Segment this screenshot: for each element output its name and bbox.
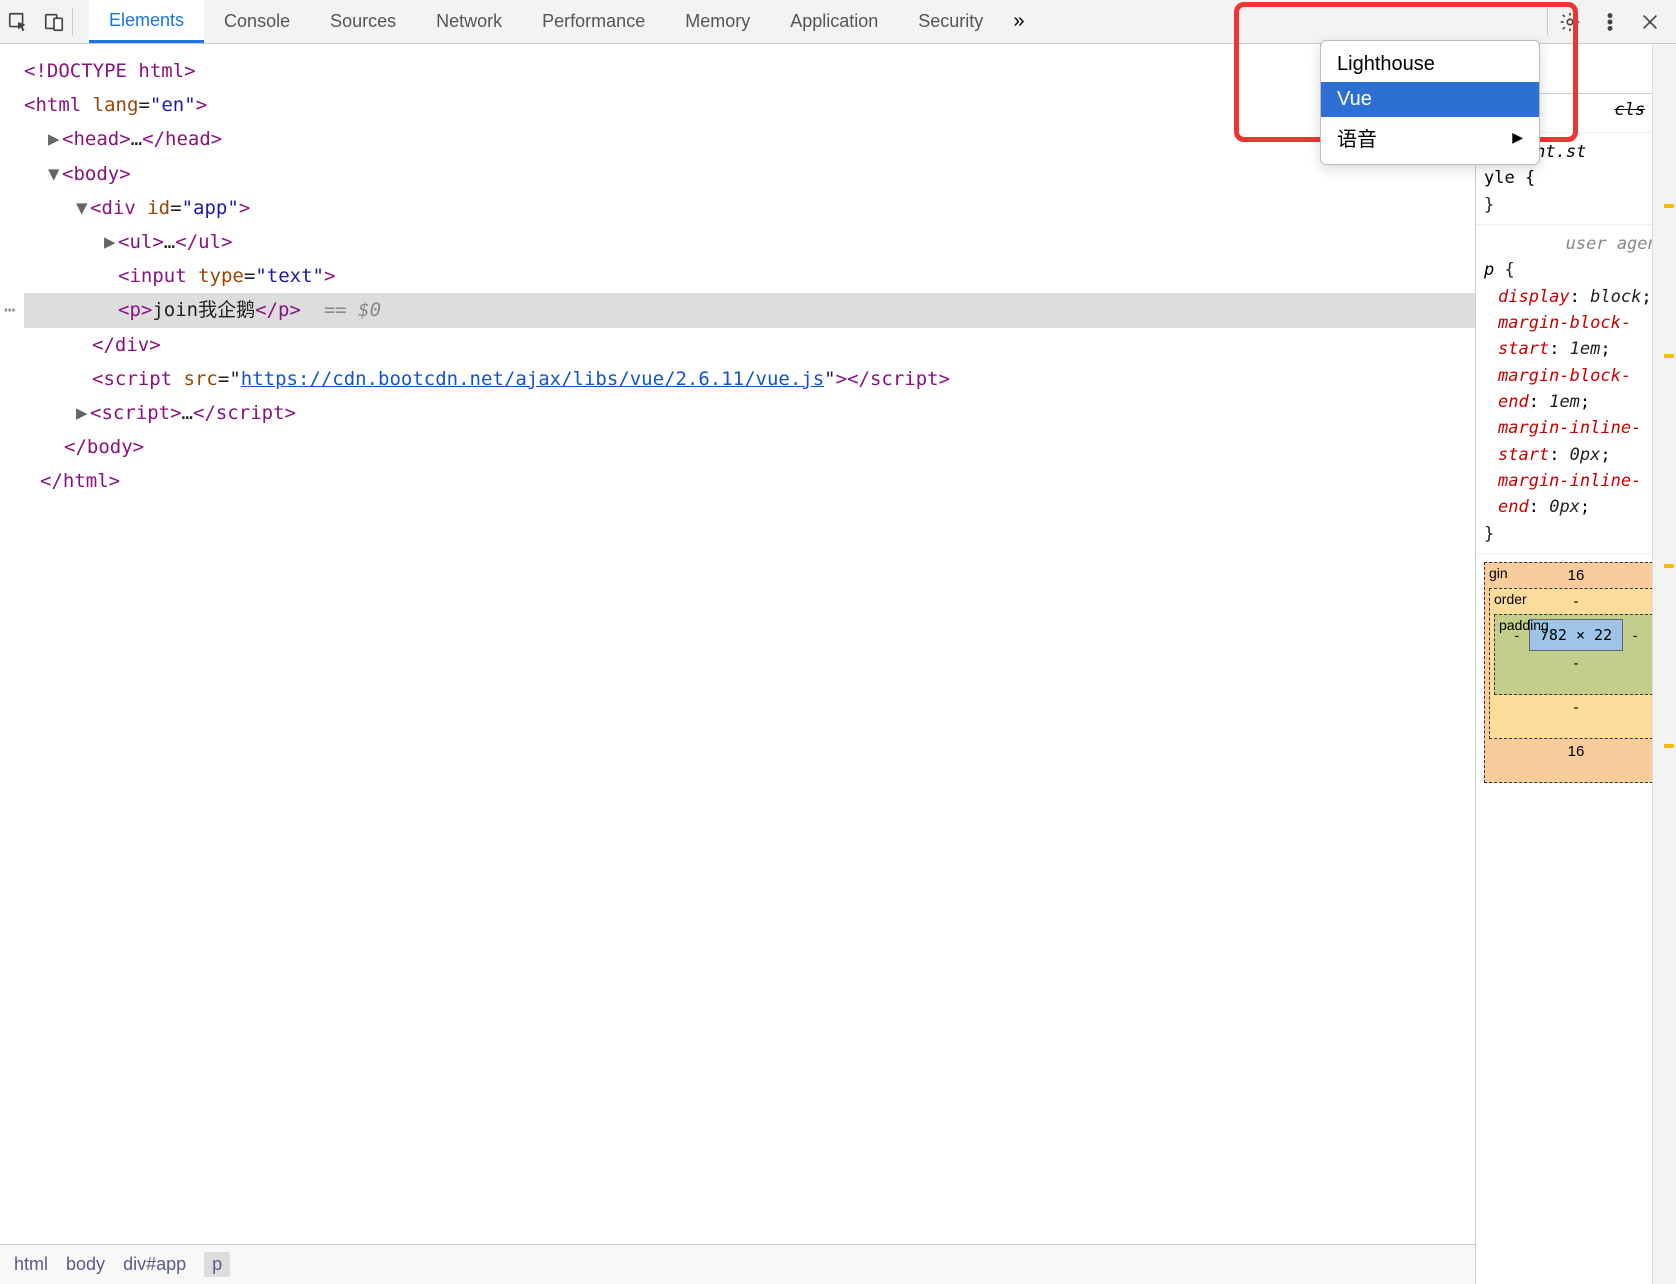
dom-html-open[interactable]: <html lang="en"> — [24, 88, 1475, 122]
dom-head[interactable]: ▶<head>…</head> — [24, 122, 1475, 156]
box-model-padding[interactable]: padding - 782 × 22 - - — [1494, 614, 1658, 695]
expand-icon[interactable]: ▶ — [76, 396, 90, 430]
dom-tree[interactable]: <!DOCTYPE html> <html lang="en"> ▶<head>… — [0, 44, 1475, 1244]
dom-doctype[interactable]: <!DOCTYPE html> — [24, 54, 1475, 88]
more-tabs-button[interactable]: » — [1003, 10, 1034, 33]
device-toggle-button[interactable] — [36, 1, 72, 43]
tab-console[interactable]: Console — [204, 0, 310, 43]
tab-elements[interactable]: Elements — [89, 0, 204, 43]
scrollbar-mark — [1664, 564, 1674, 568]
breadcrumb-body[interactable]: body — [66, 1254, 105, 1275]
tab-application[interactable]: Application — [770, 0, 898, 43]
breadcrumb-div[interactable]: div#app — [123, 1254, 186, 1275]
scrollbar-mark — [1664, 354, 1674, 358]
box-model-border[interactable]: order - padding - 782 × 22 - - - — [1489, 588, 1663, 739]
devtools-toolbar: Elements Console Sources Network Perform… — [0, 0, 1676, 44]
dropdown-item-vue[interactable]: Vue — [1321, 82, 1539, 117]
breadcrumb-html[interactable]: html — [14, 1254, 48, 1275]
close-devtools-button[interactable] — [1632, 1, 1668, 43]
dropdown-item-speech[interactable]: 语音▶ — [1321, 117, 1539, 158]
inspect-icon — [7, 11, 29, 33]
dom-div-close[interactable]: </div> — [24, 328, 1475, 362]
cls-toggle[interactable]: cls — [1614, 100, 1645, 126]
scrollbar-mark — [1664, 204, 1674, 208]
kebab-menu-button[interactable] — [1592, 1, 1628, 43]
ua-stylesheet-label: user agen… — [1484, 231, 1668, 257]
tab-security[interactable]: Security — [898, 0, 1003, 43]
more-tabs-dropdown: Lighthouse Vue 语音▶ — [1320, 40, 1540, 165]
toolbar-right — [1547, 1, 1676, 43]
dom-body-close[interactable]: </body> — [24, 430, 1475, 464]
dom-p-selected[interactable]: <p>join我企鹅</p> == $0 — [24, 293, 1475, 327]
tab-sources[interactable]: Sources — [310, 0, 416, 43]
breadcrumb: html body div#app p — [0, 1244, 1475, 1284]
collapse-icon[interactable]: ▼ — [48, 157, 62, 191]
scrollbar-mark — [1664, 744, 1674, 748]
elements-panel: <!DOCTYPE html> <html lang="en"> ▶<head>… — [0, 44, 1476, 1284]
dom-html-close[interactable]: </html> — [24, 464, 1475, 498]
submenu-icon: ▶ — [1512, 129, 1523, 146]
tab-performance[interactable]: Performance — [522, 0, 665, 43]
expand-icon[interactable]: ▶ — [104, 225, 118, 259]
collapse-icon[interactable]: ▼ — [76, 191, 90, 225]
settings-button[interactable] — [1552, 1, 1588, 43]
separator — [72, 8, 73, 36]
styles-panel: » cls + element.st yle { } user agen… p … — [1476, 44, 1676, 1284]
tab-network[interactable]: Network — [416, 0, 522, 43]
close-icon — [1639, 11, 1661, 33]
expand-icon[interactable]: ▶ — [48, 122, 62, 156]
scrollbar[interactable] — [1652, 44, 1676, 1284]
dom-div-open[interactable]: ▼<div id="app"> — [24, 191, 1475, 225]
dom-body-open[interactable]: ▼<body> — [24, 157, 1475, 191]
device-icon — [43, 11, 65, 33]
gear-icon — [1559, 11, 1581, 33]
dom-ul[interactable]: ▶<ul>…</ul> — [24, 225, 1475, 259]
dom-input[interactable]: <input type="text"> — [24, 259, 1475, 293]
breadcrumb-p[interactable]: p — [204, 1252, 230, 1277]
separator — [1547, 8, 1548, 36]
user-agent-rule[interactable]: user agen… p { display: block; margin-bl… — [1476, 225, 1676, 554]
box-model[interactable]: gin 16 order - padding - 782 × 22 - - - — [1476, 554, 1676, 791]
dom-script-inline[interactable]: ▶<script>…</script> — [24, 396, 1475, 430]
panel-tabs: Elements Console Sources Network Perform… — [89, 0, 1003, 43]
kebab-icon — [1599, 11, 1621, 33]
dropdown-item-lighthouse[interactable]: Lighthouse — [1321, 47, 1539, 82]
dom-script-cdn[interactable]: <script src="https://cdn.bootcdn.net/aja… — [24, 362, 1475, 396]
main-area: <!DOCTYPE html> <html lang="en"> ▶<head>… — [0, 44, 1676, 1284]
inspect-element-button[interactable] — [0, 1, 36, 43]
tab-memory[interactable]: Memory — [665, 0, 770, 43]
box-model-margin[interactable]: gin 16 order - padding - 782 × 22 - - - — [1484, 562, 1668, 783]
